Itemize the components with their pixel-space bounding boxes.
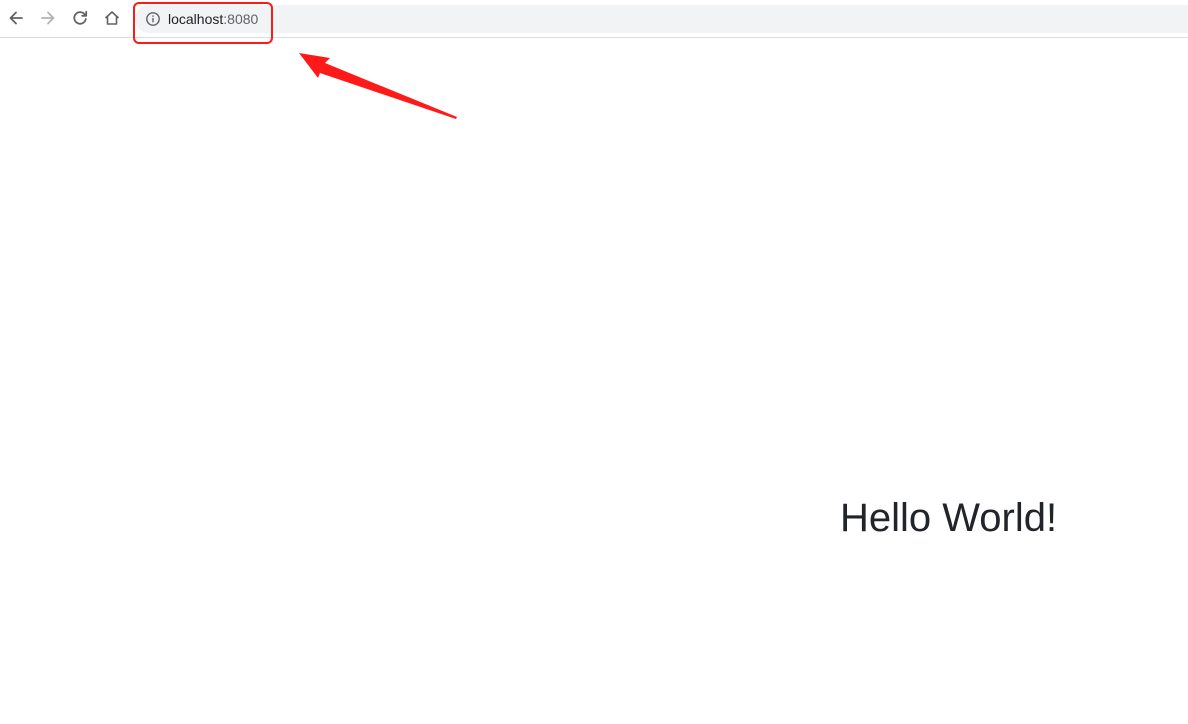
reload-button[interactable] [67, 5, 93, 31]
arrow-left-icon [9, 11, 23, 25]
arrow-right-icon [41, 11, 55, 25]
back-button[interactable] [3, 5, 29, 31]
annotation-highlight-box [133, 2, 273, 44]
forward-button[interactable] [35, 5, 61, 31]
annotation-arrow [299, 53, 457, 119]
reload-icon [73, 10, 88, 25]
home-button[interactable] [99, 5, 125, 31]
address-bar[interactable]: localhost:8080 [135, 5, 1188, 33]
page-heading: Hello World! [840, 496, 1058, 540]
home-icon [104, 11, 120, 25]
